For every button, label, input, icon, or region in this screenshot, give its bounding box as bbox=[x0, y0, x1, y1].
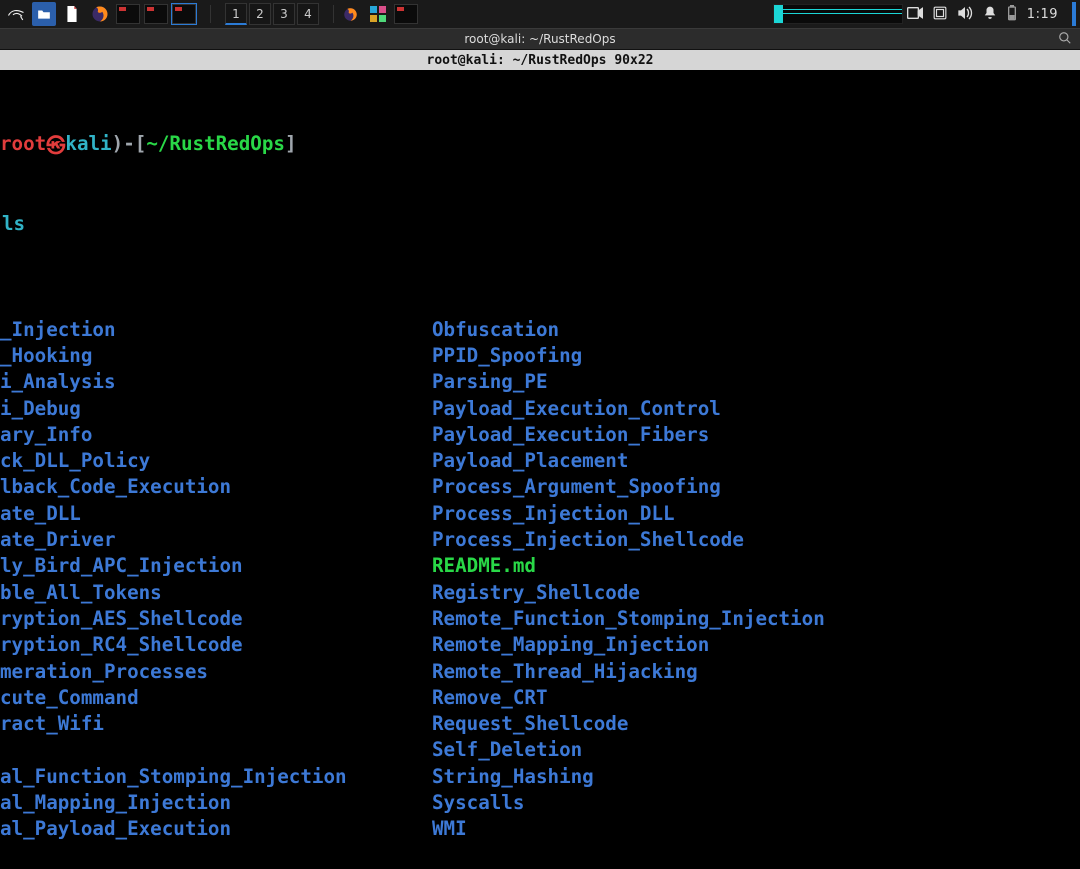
workspace-1[interactable]: 1 bbox=[225, 3, 247, 25]
ls-entry: _Injection bbox=[0, 317, 432, 343]
ls-entry: Registry_Shellcode bbox=[432, 580, 1080, 606]
workspace-2[interactable]: 2 bbox=[249, 3, 271, 25]
firefox-small-icon[interactable] bbox=[338, 2, 362, 26]
terminal-body[interactable]: root㉿kali)-[~/RustRedOps] ls _Injection_… bbox=[0, 70, 1080, 869]
kali-menu-icon[interactable] bbox=[4, 2, 28, 26]
clock[interactable]: 1:19 bbox=[1027, 7, 1058, 22]
ls-entry: String_Hashing bbox=[432, 764, 1080, 790]
prompt-rbrack: ] bbox=[285, 132, 297, 155]
prompt-path: ~/RustRedOps bbox=[146, 132, 285, 155]
ls-entry: ate_Driver bbox=[0, 527, 432, 553]
ls-output: _Injection_Hookingi_Analysisi_Debugary_I… bbox=[0, 317, 1080, 843]
firefox-icon[interactable] bbox=[88, 2, 112, 26]
taskbar-divider bbox=[210, 5, 211, 23]
task-terminal-active-icon[interactable] bbox=[394, 2, 418, 26]
ls-entry: ary_Info bbox=[0, 422, 432, 448]
ls-entry: i_Analysis bbox=[0, 369, 432, 395]
ls-entry: ate_DLL bbox=[0, 501, 432, 527]
prompt-host: kali bbox=[65, 132, 111, 155]
task-terminal-3-icon[interactable] bbox=[172, 2, 196, 26]
ls-entry: ble_All_Tokens bbox=[0, 580, 432, 606]
ls-entry: Self_Deletion bbox=[432, 737, 1080, 763]
window-titlebar[interactable]: root@kali: ~/RustRedOps bbox=[0, 28, 1080, 50]
screen-record-icon[interactable] bbox=[907, 7, 923, 22]
ls-entry: Parsing_PE bbox=[432, 369, 1080, 395]
ls-column-2: ObfuscationPPID_SpoofingParsing_PEPayloa… bbox=[432, 317, 1080, 843]
ls-entry: lback_Code_Execution bbox=[0, 474, 432, 500]
terminal-dimensions-bar: root@kali: ~/RustRedOps 90x22 bbox=[0, 50, 1080, 70]
workspace-switcher: 1 2 3 4 bbox=[225, 3, 319, 25]
prompt-separator-icon: ㉿ bbox=[46, 133, 65, 159]
workspace-3[interactable]: 3 bbox=[273, 3, 295, 25]
ls-entry: Payload_Execution_Fibers bbox=[432, 422, 1080, 448]
workspace-overview-icon[interactable] bbox=[933, 6, 947, 23]
battery-icon[interactable] bbox=[1007, 5, 1017, 24]
prompt-user: root bbox=[0, 132, 46, 155]
ls-entry: PPID_Spoofing bbox=[432, 343, 1080, 369]
volume-icon[interactable] bbox=[957, 6, 973, 23]
workspace-4[interactable]: 4 bbox=[297, 3, 319, 25]
taskbar: 1 2 3 4 bbox=[0, 0, 1080, 28]
typed-command: ls bbox=[0, 211, 1080, 237]
ls-entry: al_Function_Stomping_Injection bbox=[0, 764, 432, 790]
prompt-dash: - bbox=[123, 132, 135, 155]
ls-entry: Obfuscation bbox=[432, 317, 1080, 343]
ls-entry: meration_Processes bbox=[0, 659, 432, 685]
ls-entry: Remote_Thread_Hijacking bbox=[432, 659, 1080, 685]
shell-prompt: root㉿kali)-[~/RustRedOps] bbox=[0, 131, 1080, 159]
taskbar-divider bbox=[333, 5, 334, 23]
titlebar-search-icon[interactable] bbox=[1058, 31, 1074, 47]
ls-entry: Syscalls bbox=[432, 790, 1080, 816]
ls-entry: i_Debug bbox=[0, 396, 432, 422]
ls-entry: Request_Shellcode bbox=[432, 711, 1080, 737]
prompt-lbrack: [ bbox=[135, 132, 147, 155]
ls-entry: WMI bbox=[432, 816, 1080, 842]
prompt-close-paren: ) bbox=[112, 132, 124, 155]
network-monitor[interactable] bbox=[773, 4, 903, 24]
text-editor-icon[interactable] bbox=[60, 2, 84, 26]
window-title-text: root@kali: ~/RustRedOps bbox=[464, 32, 615, 46]
ls-entry: Remote_Mapping_Injection bbox=[432, 632, 1080, 658]
ls-entry: cute_Command bbox=[0, 685, 432, 711]
ls-entry bbox=[0, 737, 432, 763]
ls-entry: ly_Bird_APC_Injection bbox=[0, 553, 432, 579]
ls-entry: Process_Injection_Shellcode bbox=[432, 527, 1080, 553]
ls-entry: al_Payload_Execution bbox=[0, 816, 432, 842]
ls-entry: ryption_RC4_Shellcode bbox=[0, 632, 432, 658]
ls-entry: ract_Wifi bbox=[0, 711, 432, 737]
terminal-dimensions-text: root@kali: ~/RustRedOps 90x22 bbox=[427, 53, 654, 68]
ls-column-1: _Injection_Hookingi_Analysisi_Debugary_I… bbox=[0, 317, 432, 843]
ls-entry: Remove_CRT bbox=[432, 685, 1080, 711]
ls-entry: Process_Argument_Spoofing bbox=[432, 474, 1080, 500]
ls-entry: ryption_AES_Shellcode bbox=[0, 606, 432, 632]
ls-entry: Payload_Execution_Control bbox=[432, 396, 1080, 422]
file-manager-icon[interactable] bbox=[32, 2, 56, 26]
ls-entry: al_Mapping_Injection bbox=[0, 790, 432, 816]
ls-entry: ck_DLL_Policy bbox=[0, 448, 432, 474]
app-launcher-icon[interactable] bbox=[366, 2, 390, 26]
panel-edge-indicator bbox=[1072, 2, 1076, 26]
task-terminal-2-icon[interactable] bbox=[144, 2, 168, 26]
ls-entry: Payload_Placement bbox=[432, 448, 1080, 474]
ls-entry: Process_Injection_DLL bbox=[432, 501, 1080, 527]
ls-entry-file: README.md bbox=[432, 553, 1080, 579]
system-tray: 1:19 bbox=[907, 2, 1076, 26]
notifications-icon[interactable] bbox=[983, 5, 997, 24]
task-terminal-1-icon[interactable] bbox=[116, 2, 140, 26]
ls-entry: Remote_Function_Stomping_Injection bbox=[432, 606, 1080, 632]
ls-entry: _Hooking bbox=[0, 343, 432, 369]
